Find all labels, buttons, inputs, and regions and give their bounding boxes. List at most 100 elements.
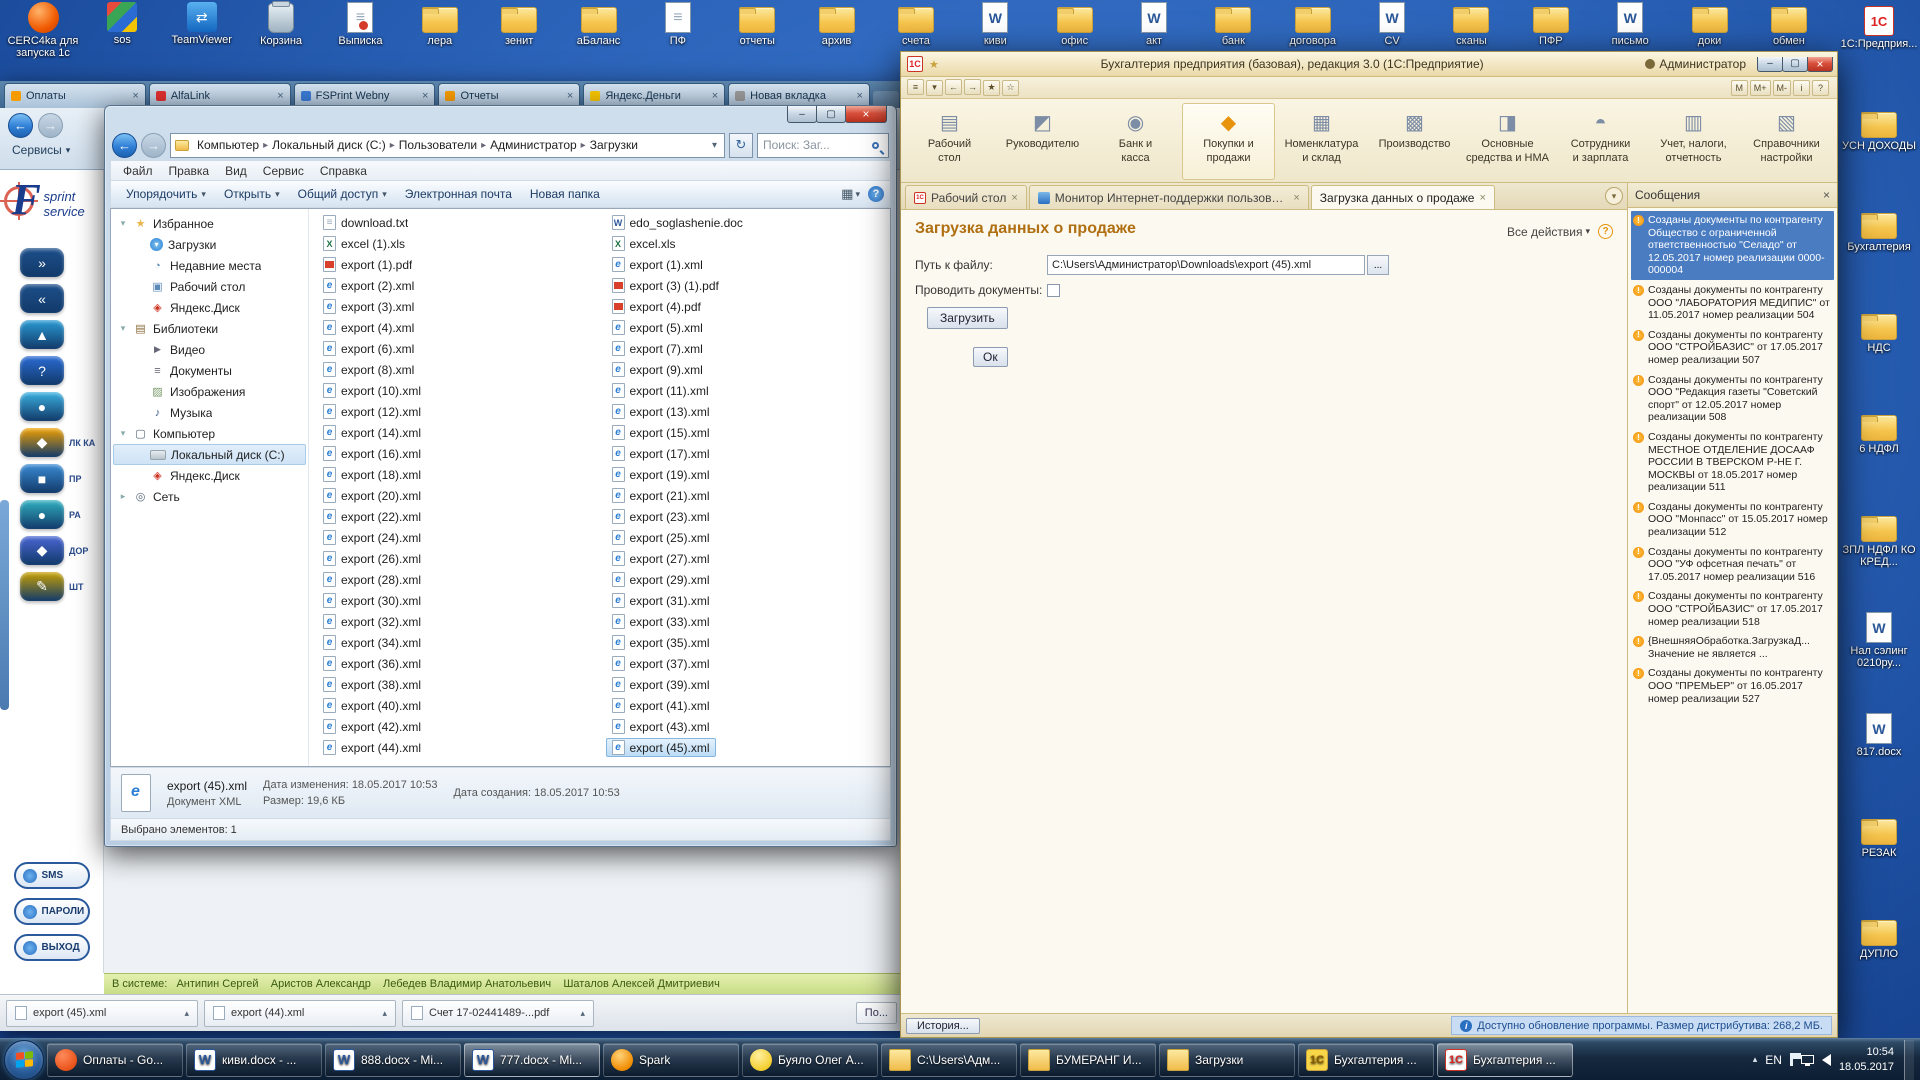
hidden-icons-button[interactable]: ▴ <box>1753 1054 1758 1065</box>
tab-close-icon[interactable]: × <box>1293 192 1299 204</box>
sidebar-icon-button[interactable]: ● <box>20 392 64 421</box>
nav-item[interactable]: Недавние места <box>113 255 306 276</box>
file-item[interactable]: export (32).xml <box>317 612 427 631</box>
file-item[interactable]: export (13).xml <box>606 402 716 421</box>
desktop-icon[interactable]: ПФ <box>639 2 717 59</box>
sidebar-pill-button[interactable]: ПАРОЛИ <box>14 898 90 925</box>
file-item[interactable]: export (9).xml <box>606 360 709 379</box>
nav-item[interactable]: Загрузки <box>113 234 306 255</box>
toolbar-button[interactable]: Упорядочить▾ <box>117 184 215 204</box>
file-item[interactable]: export (29).xml <box>606 570 716 589</box>
download-item[interactable]: export (44).xml▴ <box>204 1000 396 1027</box>
file-item[interactable]: export (38).xml <box>317 675 427 694</box>
toolbar-button[interactable]: Открыть▾ <box>215 184 289 204</box>
message-item[interactable]: !Созданы документы по контрагенту ООО "П… <box>1631 664 1834 708</box>
close-button[interactable]: × <box>1807 57 1833 72</box>
file-item[interactable]: export (16).xml <box>317 444 427 463</box>
ribbon-section[interactable]: Покупки ипродажи <box>1182 103 1275 180</box>
file-path-input[interactable] <box>1047 255 1365 275</box>
nav-item[interactable]: Рабочий стол <box>113 276 306 297</box>
message-item[interactable]: !Созданы документы по контрагенту ООО "Л… <box>1631 281 1834 325</box>
document-tab[interactable]: Рабочий стол× <box>905 185 1027 209</box>
sidebar-icon-button[interactable]: ◆ <box>20 428 64 457</box>
network-icon[interactable] <box>1801 1055 1814 1064</box>
taskbar-button[interactable]: Бухгалтерия ... <box>1298 1043 1434 1077</box>
file-item[interactable]: export (23).xml <box>606 507 716 526</box>
chevron-down-icon[interactable]: ▾ <box>709 140 720 151</box>
toolbar-icon[interactable]: ☆ <box>1002 80 1019 96</box>
nav-item[interactable]: Музыка <box>113 402 306 423</box>
search-input[interactable]: Поиск: Заг... <box>757 133 889 158</box>
chevron-up-icon[interactable]: ▴ <box>580 1008 585 1019</box>
chevron-up-icon[interactable]: ▴ <box>382 1008 387 1019</box>
toolbar-button[interactable]: Электронная почта <box>396 184 521 204</box>
breadcrumb-segment[interactable]: Пользователи <box>396 136 480 154</box>
sidebar-icon-button[interactable]: ✎ <box>20 572 64 601</box>
file-item[interactable]: export (28).xml <box>317 570 427 589</box>
conduct-checkbox[interactable] <box>1047 284 1060 297</box>
tab-close-icon[interactable]: × <box>857 90 863 102</box>
file-item[interactable]: export (25).xml <box>606 528 716 547</box>
file-item[interactable]: export (44).xml <box>317 738 427 757</box>
ribbon-section[interactable]: Руководителю <box>996 103 1089 180</box>
toolbar-icon[interactable]: ▾ <box>926 80 943 96</box>
user-menu[interactable]: Администратор <box>1645 57 1746 71</box>
sidebar-pill-button[interactable]: SMS <box>14 862 90 889</box>
nav-item[interactable]: ▾Избранное <box>113 213 306 234</box>
taskbar-button[interactable]: Буяло Олег А... <box>742 1043 878 1077</box>
breadcrumb-segment[interactable]: Локальный диск (C:) <box>269 136 389 154</box>
nav-item[interactable]: Видео <box>113 339 306 360</box>
back-button[interactable]: ← <box>112 133 137 158</box>
file-item[interactable]: export (11).xml <box>606 381 715 400</box>
desktop-icon[interactable]: TeamViewer <box>163 2 241 59</box>
onec-titlebar[interactable]: 1С ★ Бухгалтерия предприятия (базовая), … <box>901 52 1837 77</box>
taskbar-button[interactable]: Оплаты - Go... <box>47 1043 183 1077</box>
toolbar-icon[interactable]: M+ <box>1750 80 1771 96</box>
expander-icon[interactable]: ▸ <box>118 491 128 502</box>
file-item[interactable]: export (19).xml <box>606 465 716 484</box>
taskbar-button[interactable]: Загрузки <box>1159 1043 1295 1077</box>
nav-item[interactable]: Изображения <box>113 381 306 402</box>
file-item[interactable]: export (33).xml <box>606 612 716 631</box>
sidebar-pill-button[interactable]: ВЫХОД <box>14 934 90 961</box>
tab-close-icon[interactable]: × <box>1479 192 1485 204</box>
desktop-icon[interactable]: зенит <box>480 2 558 59</box>
start-button[interactable] <box>4 1040 44 1080</box>
tab-close-icon[interactable]: × <box>1011 192 1017 204</box>
history-button[interactable]: История... <box>906 1018 980 1034</box>
toolbar-icon[interactable]: ? <box>1812 80 1829 96</box>
file-item[interactable]: export (40).xml <box>317 696 427 715</box>
desktop-icon[interactable]: ЗПЛ НДФЛ КО КРЕД... <box>1838 511 1920 612</box>
ribbon-section[interactable]: Банк икасса <box>1089 103 1182 180</box>
ribbon-section[interactable]: Сотрудникии зарплата <box>1554 103 1647 180</box>
message-item[interactable]: !Созданы документы по контрагенту ООО "У… <box>1631 543 1834 587</box>
desktop-icon[interactable]: Бухгалтерия <box>1838 208 1920 309</box>
minimize-button[interactable]: – <box>787 106 817 123</box>
ribbon-section[interactable]: Номенклатураи склад <box>1275 103 1368 180</box>
maximize-button[interactable]: ▢ <box>816 106 846 123</box>
nav-item[interactable]: Яндекс.Диск <box>113 465 306 486</box>
file-item[interactable]: export (24).xml <box>317 528 427 547</box>
file-item[interactable]: export (42).xml <box>317 717 427 736</box>
document-tab[interactable]: Загрузка данных о продаже× <box>1311 185 1495 209</box>
services-menu[interactable]: Сервисы ▾ <box>8 143 70 157</box>
toolbar-button[interactable]: Общий доступ▾ <box>289 184 396 204</box>
clock[interactable]: 10:54 18.05.2017 <box>1839 1045 1894 1074</box>
desktop-icon[interactable]: CERC4ka для запуска 1с <box>4 2 82 59</box>
breadcrumb-segment[interactable]: Загрузки <box>587 136 641 154</box>
toolbar-icon[interactable]: i <box>1793 80 1810 96</box>
nav-item[interactable]: ▾Библиотеки <box>113 318 306 339</box>
file-item[interactable]: export (36).xml <box>317 654 427 673</box>
desktop-icon[interactable]: НДС <box>1838 309 1920 410</box>
file-item[interactable]: export (2).xml <box>317 276 420 295</box>
taskbar-button[interactable]: Spark <box>603 1043 739 1077</box>
file-item[interactable]: export (18).xml <box>317 465 427 484</box>
toolbar-icon[interactable]: ★ <box>983 80 1000 96</box>
tab-close-icon[interactable]: × <box>277 90 283 102</box>
file-item[interactable]: export (12).xml <box>317 402 427 421</box>
ribbon-section[interactable]: Основныесредства и НМА <box>1461 103 1554 180</box>
document-tab[interactable]: Монитор Интернет-поддержки пользователей… <box>1029 185 1309 209</box>
desktop-icon[interactable]: 1С:Предприя... <box>1838 6 1920 107</box>
file-item[interactable]: export (45).xml <box>606 738 716 757</box>
expander-icon[interactable]: ▾ <box>118 323 128 334</box>
